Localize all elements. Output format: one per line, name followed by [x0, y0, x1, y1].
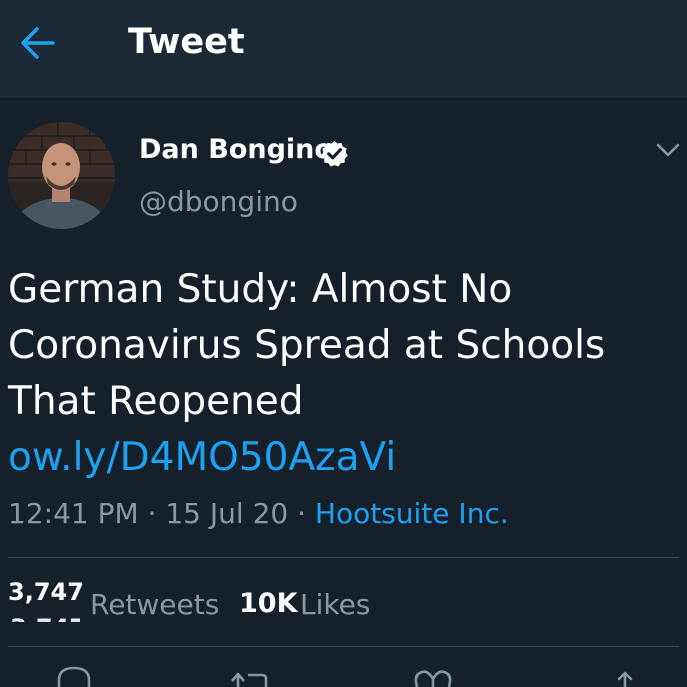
tweet-link[interactable]: ow.ly/D4MO50AzaVi: [8, 430, 678, 486]
retweets-count[interactable]: 3,747: [8, 580, 84, 604]
engagement-stats: 3,747 3,747 Retweets 10K Likes: [8, 580, 678, 630]
meta-separator: ·: [297, 497, 307, 530]
tweet-source-link[interactable]: Hootsuite Inc.: [315, 497, 509, 530]
author-handle[interactable]: @dbongino: [139, 185, 298, 218]
like-icon[interactable]: [412, 664, 454, 687]
tweet-date: 15 Jul 20: [165, 497, 289, 530]
top-app-bar: Tweet: [0, 0, 687, 99]
divider: [8, 646, 679, 647]
tweet-text: German Study: Almost No Coronavirus Spre…: [8, 262, 678, 486]
avatar[interactable]: [8, 122, 115, 229]
author-name[interactable]: Dan Bongino: [139, 134, 333, 165]
tweet-time: 12:41 PM: [8, 497, 139, 530]
verified-badge-icon: [321, 140, 348, 167]
reply-icon[interactable]: [55, 664, 93, 687]
retweets-label[interactable]: Retweets: [90, 588, 219, 621]
page-title: Tweet: [128, 22, 245, 62]
divider: [8, 557, 679, 558]
likes-label[interactable]: Likes: [300, 588, 370, 621]
likes-count[interactable]: 10K: [239, 588, 298, 619]
retweet-icon[interactable]: [228, 664, 270, 687]
tweet-metadata: 12:41 PM · 15 Jul 20 · Hootsuite Inc.: [8, 497, 509, 530]
chevron-down-icon[interactable]: [655, 140, 681, 160]
share-icon[interactable]: [612, 664, 638, 687]
tweet-text-line: That Reopened: [8, 379, 304, 424]
meta-separator: ·: [147, 497, 157, 530]
retweets-count-ghost: 3,747: [10, 616, 80, 622]
tweet-action-bar: [0, 664, 687, 687]
tweet-text-line: Coronavirus Spread at Schools: [8, 323, 606, 368]
back-arrow-icon[interactable]: [20, 26, 56, 60]
tweet-text-line: German Study: Almost No: [8, 267, 513, 312]
